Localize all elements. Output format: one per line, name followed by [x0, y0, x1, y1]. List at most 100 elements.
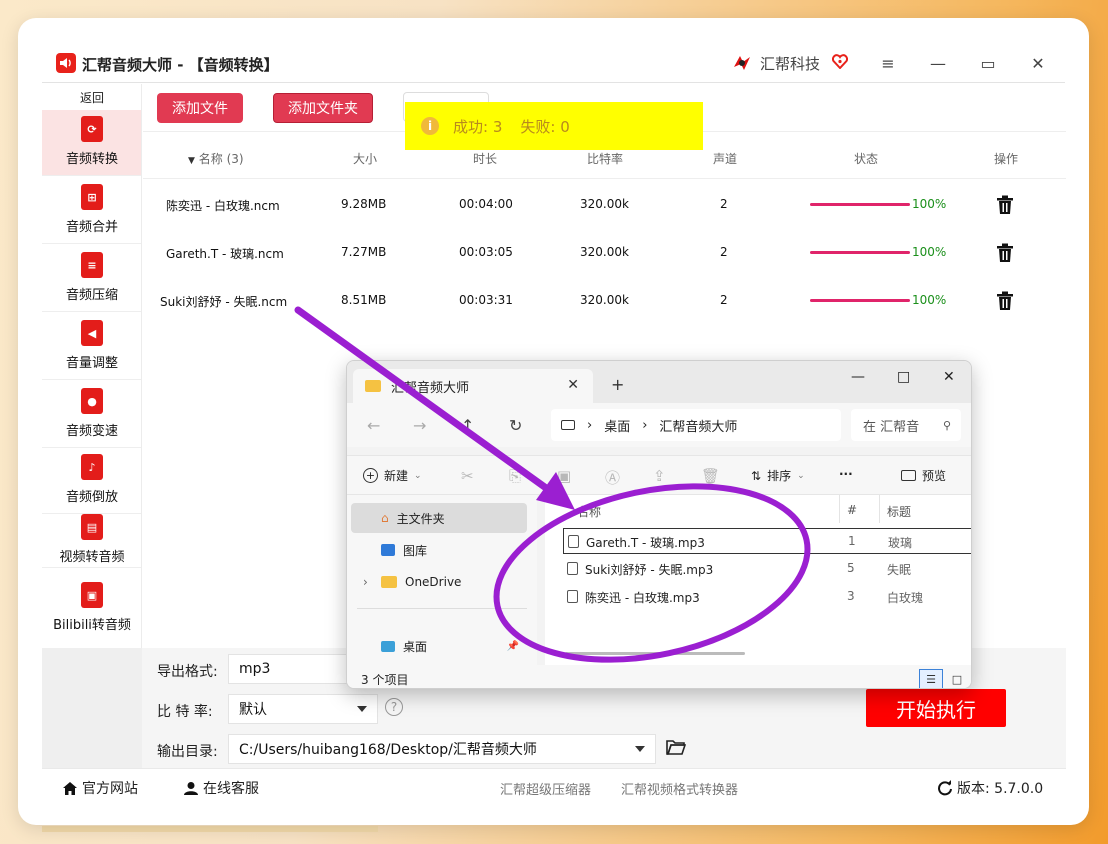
- file-row[interactable]: Suki刘舒妤 - 失眠.mp3 5 失眠: [563, 556, 971, 582]
- audio-file-icon: [567, 590, 578, 603]
- tiles-view-icon[interactable]: □: [945, 669, 969, 688]
- preview-button[interactable]: 预览: [901, 467, 946, 484]
- table-row[interactable]: Suki刘舒妤 - 失眠.ncm 8.51MB 00:03:31 320.00k…: [143, 277, 1066, 325]
- breadcrumb-folder[interactable]: 汇帮音频大师: [659, 416, 737, 435]
- column-name-header[interactable]: ▼ 名称 (3): [188, 150, 244, 167]
- maximize-button[interactable]: ▭: [976, 52, 1000, 74]
- close-button[interactable]: ✕: [1026, 52, 1050, 74]
- back-button[interactable]: 返回: [42, 89, 142, 106]
- sidebar-item-speed[interactable]: ● 音频变速: [42, 382, 142, 448]
- table-row[interactable]: Gareth.T - 玻璃.ncm 7.27MB 00:03:05 320.00…: [143, 229, 1066, 277]
- sidebar-item-bilibili[interactable]: ▣ Bilibili转音频: [42, 578, 142, 642]
- explorer-tab[interactable]: 汇帮音频大师 ✕: [353, 369, 593, 403]
- sidebar-item-audio-merge[interactable]: ⊞ 音频合并: [42, 178, 142, 244]
- explorer-close-button[interactable]: ✕: [943, 369, 955, 385]
- compressor-link[interactable]: 汇帮超级压缩器: [500, 779, 591, 798]
- back-arrow-icon[interactable]: ←: [367, 416, 380, 435]
- footer: 官方网站 在线客服 汇帮超级压缩器 汇帮视频格式转换器 版本: 5.7.0.0: [42, 768, 1066, 804]
- add-file-button[interactable]: 添加文件: [157, 93, 243, 123]
- sidebar-item-label: 音频转换: [65, 152, 118, 167]
- share-icon[interactable]: ⇪: [653, 467, 666, 485]
- explorer-status-bar: 3 个项目 ☰ □: [347, 665, 971, 688]
- start-button[interactable]: 开始执行: [866, 689, 1006, 727]
- delete-icon[interactable]: 🗑: [701, 467, 720, 485]
- sort-button[interactable]: ⇅ 排序 ⌄: [751, 467, 805, 484]
- video-converter-link[interactable]: 汇帮视频格式转换器: [621, 779, 738, 798]
- format-value: mp3: [239, 661, 271, 677]
- explorer-search-input[interactable]: 在 汇帮音 ⚲: [851, 409, 961, 441]
- nav-desktop[interactable]: 桌面 📌: [351, 631, 527, 661]
- music-note-icon: ♪: [81, 454, 103, 480]
- column-name[interactable]: 名称: [577, 503, 601, 520]
- explorer-maximize-button[interactable]: □: [897, 369, 910, 385]
- heart-icon[interactable]: [831, 53, 849, 73]
- up-arrow-icon[interactable]: ↑: [461, 416, 474, 435]
- brand-name: 汇帮科技: [760, 54, 821, 73]
- breadcrumb-desktop[interactable]: 桌面: [604, 416, 630, 435]
- help-icon[interactable]: ?: [385, 698, 403, 716]
- address-bar[interactable]: › 桌面 › 汇帮音频大师: [551, 409, 841, 441]
- version-info[interactable]: 版本: 5.7.0.0: [937, 778, 1043, 798]
- search-icon: ⚲: [942, 418, 951, 432]
- sidebar-item-reverse[interactable]: ♪ 音频倒放: [42, 448, 142, 514]
- computer-icon: [561, 420, 575, 430]
- audio-file-icon: [568, 535, 579, 548]
- item-count: 3 个项目: [361, 673, 409, 687]
- refresh-icon[interactable]: ↻: [509, 416, 522, 435]
- sidebar-item-video-to-audio[interactable]: ▤ 视频转音频: [42, 510, 142, 568]
- bitrate-select[interactable]: 默认: [228, 694, 378, 724]
- file-size: 7.27MB: [341, 245, 387, 259]
- nav-onedrive[interactable]: › OneDrive: [351, 567, 527, 597]
- nav-gallery[interactable]: 图库: [351, 535, 527, 565]
- sidebar-item-label: 视频转音频: [59, 550, 125, 565]
- column-divider: [879, 495, 880, 523]
- paste-icon[interactable]: ▣: [557, 467, 571, 485]
- explorer-minimize-button[interactable]: —: [851, 369, 865, 385]
- official-website-link[interactable]: 官方网站: [62, 778, 138, 798]
- file-row[interactable]: Gareth.T - 玻璃.mp3 1 玻璃: [563, 528, 971, 554]
- file-size: 9.28MB: [341, 197, 387, 211]
- copy-icon[interactable]: ⎘: [509, 467, 521, 485]
- sidebar-item-audio-convert[interactable]: ⟳ 音频转换: [42, 110, 142, 176]
- file-name: 陈奕迅 - 白玫瑰.ncm: [166, 199, 280, 213]
- file-bitrate: 320.00k: [580, 245, 629, 259]
- trash-icon[interactable]: [996, 243, 1014, 263]
- file-row[interactable]: 陈奕迅 - 白玫瑰.mp3 3 白玫瑰: [563, 584, 971, 610]
- file-name: Gareth.T - 玻璃.ncm: [166, 247, 284, 261]
- close-tab-icon[interactable]: ✕: [567, 377, 579, 393]
- preview-pane-icon: [901, 470, 916, 481]
- trash-icon[interactable]: [996, 195, 1014, 215]
- nav-divider: [357, 608, 527, 609]
- menu-button[interactable]: ≡: [876, 52, 900, 74]
- microphone-icon: ●: [81, 388, 103, 414]
- column-number[interactable]: #: [847, 503, 857, 517]
- desktop-icon: [381, 640, 395, 652]
- new-tab-icon[interactable]: +: [611, 375, 624, 394]
- success-count: 成功: 3: [453, 117, 503, 136]
- more-options-button[interactable]: ···: [839, 467, 853, 481]
- new-button[interactable]: + 新建 ⌄: [363, 467, 422, 484]
- rename-icon[interactable]: Ⓐ: [605, 467, 620, 488]
- table-row[interactable]: 陈奕迅 - 白玫瑰.ncm 9.28MB 00:04:00 320.00k 2 …: [143, 181, 1066, 229]
- cut-icon[interactable]: ✂: [461, 467, 474, 485]
- column-title[interactable]: 标题: [887, 503, 911, 520]
- explorer-tab-bar: 汇帮音频大师 ✕ + — □ ✕: [347, 361, 971, 403]
- horizontal-scrollbar[interactable]: [565, 652, 745, 655]
- sidebar-item-volume[interactable]: ◀ 音量调整: [42, 314, 142, 380]
- minimize-button[interactable]: —: [926, 52, 950, 74]
- trash-icon[interactable]: [996, 291, 1014, 311]
- nav-home[interactable]: ⌂ 主文件夹: [351, 503, 527, 533]
- online-support-link[interactable]: 在线客服: [183, 778, 259, 798]
- app-title: 汇帮音频大师 - 【音频转换】: [82, 56, 279, 74]
- output-dir-select[interactable]: C:/Users/huibang168/Desktop/汇帮音频大师: [228, 734, 656, 764]
- details-view-icon[interactable]: ☰: [919, 669, 943, 688]
- file-channels: 2: [720, 293, 728, 307]
- add-folder-button[interactable]: 添加文件夹: [273, 93, 373, 123]
- folder-open-icon[interactable]: [666, 739, 686, 755]
- chevron-right-icon: ›: [587, 417, 593, 433]
- forward-arrow-icon[interactable]: →: [413, 416, 426, 435]
- file-duration: 00:03:05: [459, 245, 513, 259]
- progress-bar: [810, 299, 910, 302]
- title-bar: 汇帮音频大师 - 【音频转换】 汇帮科技 ≡ — ▭ ✕: [18, 18, 1089, 82]
- sidebar-item-audio-compress[interactable]: ≡ 音频压缩: [42, 246, 142, 312]
